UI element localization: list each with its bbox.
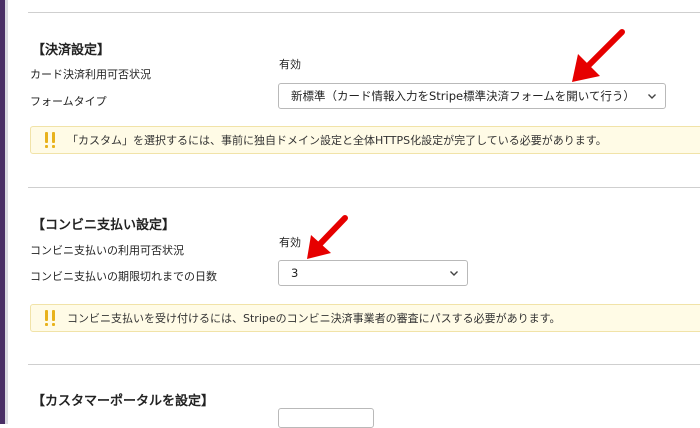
exclamation-warning-icon [45, 310, 55, 326]
chevron-down-icon [648, 94, 656, 99]
settings-page: 【決済設定】 カード決済利用可否状況 有効 フォームタイプ 新標準（カード情報入… [8, 0, 700, 428]
red-annotation-arrow [307, 215, 348, 259]
card-status-value: 有効 [279, 58, 301, 71]
payment-notice-text: 「カスタム」を選択するには、事前に独自ドメイン設定と全体HTTPS化設定が完了し… [67, 134, 607, 147]
chevron-down-icon [450, 271, 458, 276]
konbini-section-title: 【コンビニ支払い設定】 [32, 218, 176, 233]
payment-notice: 「カスタム」を選択するには、事前に独自ドメイン設定と全体HTTPS化設定が完了し… [30, 126, 700, 154]
section-divider [28, 364, 700, 365]
section-divider [28, 187, 700, 188]
konbini-notice: コンビニ支払いを受け付けるには、Stripeのコンビニ決済事業者の審査にパスする… [30, 304, 700, 332]
konbini-days-selected-value: 3 [291, 266, 299, 280]
portal-select[interactable] [278, 408, 374, 428]
red-annotation-arrow [572, 29, 625, 82]
konbini-status-label: コンビニ支払いの利用可否状況 [30, 244, 184, 257]
konbini-notice-text: コンビニ支払いを受け付けるには、Stripeのコンビニ決済事業者の審査にパスする… [67, 312, 561, 325]
konbini-days-label: コンビニ支払いの期限切れまでの日数 [30, 270, 217, 283]
konbini-status-value: 有効 [279, 236, 301, 249]
portal-section-title: 【カスタマーポータルを設定】 [32, 394, 215, 409]
section-divider [28, 12, 700, 13]
exclamation-warning-icon [45, 132, 55, 148]
form-type-label: フォームタイプ [30, 95, 107, 108]
card-status-label: カード決済利用可否状況 [30, 68, 151, 81]
payment-section-title: 【決済設定】 [32, 43, 111, 58]
